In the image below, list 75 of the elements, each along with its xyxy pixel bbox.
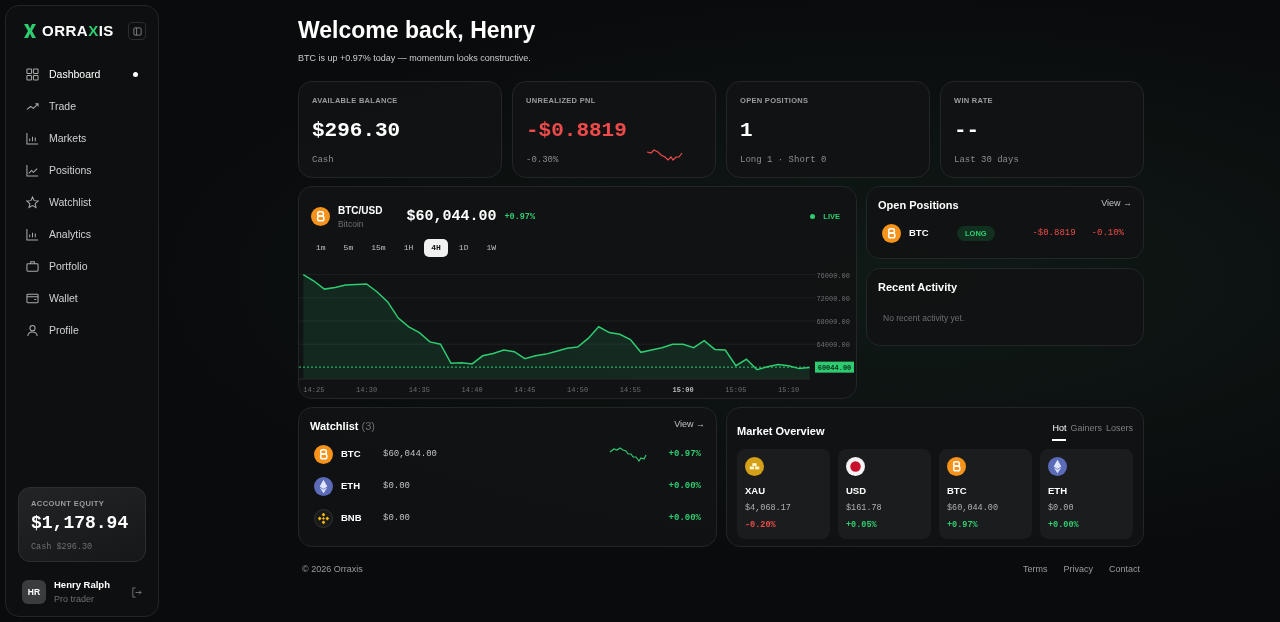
user-avatar: HR	[22, 580, 46, 605]
timeframe-tab[interactable]: 1W	[479, 238, 504, 257]
nav-item[interactable]: Watchlist	[18, 186, 146, 219]
footer-link[interactable]: Privacy	[1063, 563, 1093, 577]
user-name: Henry Ralph	[54, 578, 110, 593]
card-title: Watchlist	[310, 420, 359, 433]
nav-item[interactable]: Markets	[18, 122, 146, 155]
nav-item[interactable]: Positions	[18, 154, 146, 187]
timeframe-tab[interactable]: 1D	[451, 238, 476, 257]
timeframe-tab[interactable]: 4H	[424, 238, 448, 257]
stat-note: -0.30%	[526, 153, 559, 167]
watch-price: $60,044.00	[383, 447, 437, 461]
view-link[interactable]: View →	[1101, 197, 1132, 214]
tile-change: +0.00%	[1048, 518, 1080, 532]
nav-item[interactable]: Wallet	[18, 282, 146, 315]
nav-item[interactable]: Portfolio	[18, 250, 146, 283]
tile-price: $4,068.17	[745, 501, 792, 515]
cash-note: Cash $296.30	[31, 540, 94, 554]
watch-symbol: ETH	[341, 479, 361, 494]
tile-change: +0.97%	[947, 518, 979, 532]
market-tab[interactable]: Hot	[1052, 422, 1067, 441]
stat-value: $296.30	[312, 118, 402, 145]
page-subtitle: BTC is up +0.97% today — momentum looks constructive.	[298, 51, 532, 65]
position-symbol: BTC	[909, 226, 930, 241]
timeframe-tab[interactable]: 15m	[364, 238, 393, 257]
tile-change: +0.05%	[846, 518, 878, 532]
stat-note: Last 30 days	[954, 153, 1019, 167]
equity-value: $1,178.94	[31, 511, 130, 535]
timeframe-tab[interactable]: 5m	[336, 238, 361, 257]
page-title: Welcome back, Henry	[298, 17, 537, 45]
watch-symbol: BNB	[341, 511, 363, 526]
price-change: +0.97%	[504, 210, 536, 224]
watch-price: $0.00	[383, 479, 410, 493]
tile-change: -0.20%	[745, 518, 777, 532]
watch-change: +0.00%	[668, 511, 701, 525]
tile-symbol: BTC	[947, 483, 968, 498]
stat-note: Long 1 · Short 0	[740, 153, 827, 167]
nav-item[interactable]: Trade	[18, 90, 146, 123]
market-tab[interactable]: Losers	[1106, 422, 1133, 441]
stat-note: Cash	[312, 153, 334, 167]
tile-price: $60,044.00	[947, 501, 999, 515]
user-role: Pro trader	[54, 592, 96, 606]
card-title: Market Overview	[737, 424, 825, 440]
footer-link[interactable]: Terms	[1022, 563, 1048, 577]
watch-symbol: BTC	[341, 447, 362, 462]
tile-symbol: XAU	[745, 483, 767, 498]
stat-value: --	[954, 118, 981, 145]
stat-value: 1	[740, 118, 754, 145]
pair-price: $60,044.00	[406, 206, 497, 227]
card-title: Open Positions	[878, 198, 959, 214]
watch-change: +0.97%	[668, 447, 701, 461]
timeframe-tab[interactable]: 1m	[309, 238, 333, 257]
market-tab[interactable]: Gainers	[1070, 422, 1102, 441]
copyright-text: © 2026 Orraxis	[302, 563, 363, 577]
tile-symbol: ETH	[1048, 483, 1068, 498]
nav-item[interactable]: Dashboard	[18, 58, 146, 91]
view-link[interactable]: View →	[674, 418, 705, 435]
watch-change: +0.00%	[668, 479, 701, 493]
footer-link[interactable]: Contact	[1108, 563, 1140, 577]
position-percent: -0.10%	[1091, 226, 1124, 240]
tile-price: $0.00	[1048, 501, 1075, 515]
pair-name: Bitcoin	[338, 218, 365, 231]
watch-price: $0.00	[383, 511, 410, 525]
tile-symbol: USD	[846, 483, 868, 498]
item-count: (3)	[361, 420, 375, 433]
pair-symbol: BTC/USD	[338, 204, 383, 219]
nav-item[interactable]: Profile	[18, 314, 146, 347]
timeframe-tab[interactable]: 1H	[396, 238, 421, 257]
nav-item[interactable]: Analytics	[18, 218, 146, 251]
tile-price: $161.78	[846, 501, 883, 515]
logo-text: ORRAXIS	[42, 21, 114, 41]
position-pnl: -$0.8819	[1032, 226, 1076, 240]
stat-value: -$0.8819	[526, 118, 628, 145]
empty-message: No recent activity yet.	[882, 311, 966, 325]
card-title: Recent Activity	[878, 280, 959, 296]
